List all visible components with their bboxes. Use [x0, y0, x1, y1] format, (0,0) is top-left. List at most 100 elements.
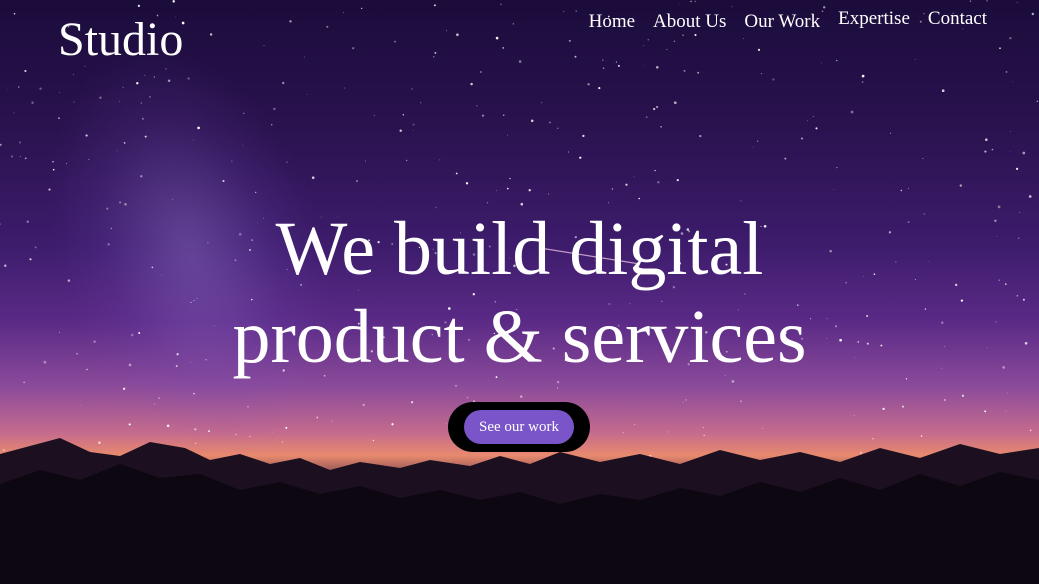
- star: [772, 78, 775, 81]
- star: [271, 431, 273, 433]
- star: [118, 100, 120, 102]
- hero-section: Studio Home About Us Our Work Expertise …: [0, 0, 1039, 584]
- star: [465, 182, 469, 185]
- star: [654, 169, 656, 172]
- star: [7, 88, 8, 90]
- star: [445, 423, 447, 424]
- star: [506, 187, 509, 190]
- star: [247, 405, 249, 408]
- star: [140, 175, 143, 178]
- star: [836, 59, 838, 62]
- star: [702, 427, 704, 428]
- star: [116, 150, 118, 152]
- star: [24, 69, 27, 73]
- star: [476, 105, 478, 107]
- star: [141, 117, 144, 120]
- star: [638, 197, 641, 200]
- top-navigation: Studio Home About Us Our Work Expertise …: [0, 6, 1039, 66]
- star: [557, 127, 559, 129]
- star: [502, 114, 505, 117]
- star: [668, 431, 669, 433]
- star: [985, 138, 988, 141]
- star: [557, 387, 559, 389]
- star: [1009, 150, 1011, 152]
- nav-link-our-work[interactable]: Our Work: [744, 10, 820, 34]
- star: [149, 96, 151, 98]
- hero-headline: We build digital product & services: [0, 205, 1039, 381]
- see-our-work-button[interactable]: See our work: [464, 410, 574, 444]
- star: [273, 107, 276, 111]
- star: [1009, 130, 1011, 132]
- star: [679, 3, 681, 4]
- star: [509, 177, 511, 180]
- star: [961, 394, 965, 397]
- star: [222, 179, 225, 183]
- star: [194, 428, 197, 431]
- star: [19, 155, 21, 157]
- star: [643, 65, 645, 66]
- star: [690, 0, 692, 3]
- star: [986, 0, 988, 2]
- star: [281, 81, 285, 85]
- star: [285, 426, 288, 429]
- star: [1005, 70, 1008, 73]
- star: [306, 94, 308, 95]
- star: [633, 176, 635, 178]
- star: [969, 0, 972, 2]
- star: [682, 401, 684, 403]
- star: [519, 395, 523, 398]
- star: [1006, 392, 1008, 394]
- star: [481, 114, 485, 117]
- star: [486, 202, 489, 204]
- star: [144, 74, 146, 76]
- star: [500, 3, 502, 5]
- star: [1012, 81, 1014, 83]
- star: [52, 168, 55, 171]
- star: [123, 142, 126, 144]
- star: [901, 405, 905, 408]
- star: [79, 404, 81, 406]
- star: [991, 148, 994, 151]
- star: [697, 71, 700, 74]
- star: [72, 73, 74, 75]
- star: [784, 157, 787, 160]
- star: [166, 424, 170, 428]
- star: [144, 135, 147, 138]
- star: [411, 88, 413, 90]
- star: [197, 126, 200, 130]
- star: [466, 396, 469, 399]
- star: [365, 160, 366, 162]
- star: [24, 157, 27, 160]
- star: [579, 156, 582, 159]
- nav-link-contact[interactable]: Contact: [928, 7, 987, 31]
- star: [165, 68, 167, 70]
- nav-link-expertise[interactable]: Expertise: [838, 7, 910, 31]
- star: [303, 56, 305, 58]
- star: [52, 161, 54, 163]
- star: [172, 199, 174, 201]
- star: [812, 116, 814, 117]
- star: [567, 151, 569, 153]
- star: [158, 397, 160, 399]
- star: [760, 73, 762, 75]
- star: [455, 384, 457, 387]
- brand-logo[interactable]: Studio: [58, 14, 183, 66]
- star: [645, 116, 648, 118]
- nav-link-home[interactable]: Home: [589, 10, 635, 34]
- star: [193, 139, 194, 141]
- star: [914, 58, 916, 60]
- nav-link-about-us[interactable]: About Us: [653, 10, 726, 34]
- star: [541, 102, 543, 104]
- star: [48, 188, 51, 191]
- star: [1016, 1, 1018, 3]
- star: [412, 123, 415, 126]
- star: [17, 86, 20, 88]
- star: [820, 62, 822, 64]
- star: [85, 134, 88, 137]
- star: [140, 102, 143, 104]
- star: [344, 87, 346, 89]
- star: [1005, 410, 1007, 412]
- star: [676, 178, 679, 182]
- star: [496, 190, 498, 192]
- star: [1028, 195, 1032, 198]
